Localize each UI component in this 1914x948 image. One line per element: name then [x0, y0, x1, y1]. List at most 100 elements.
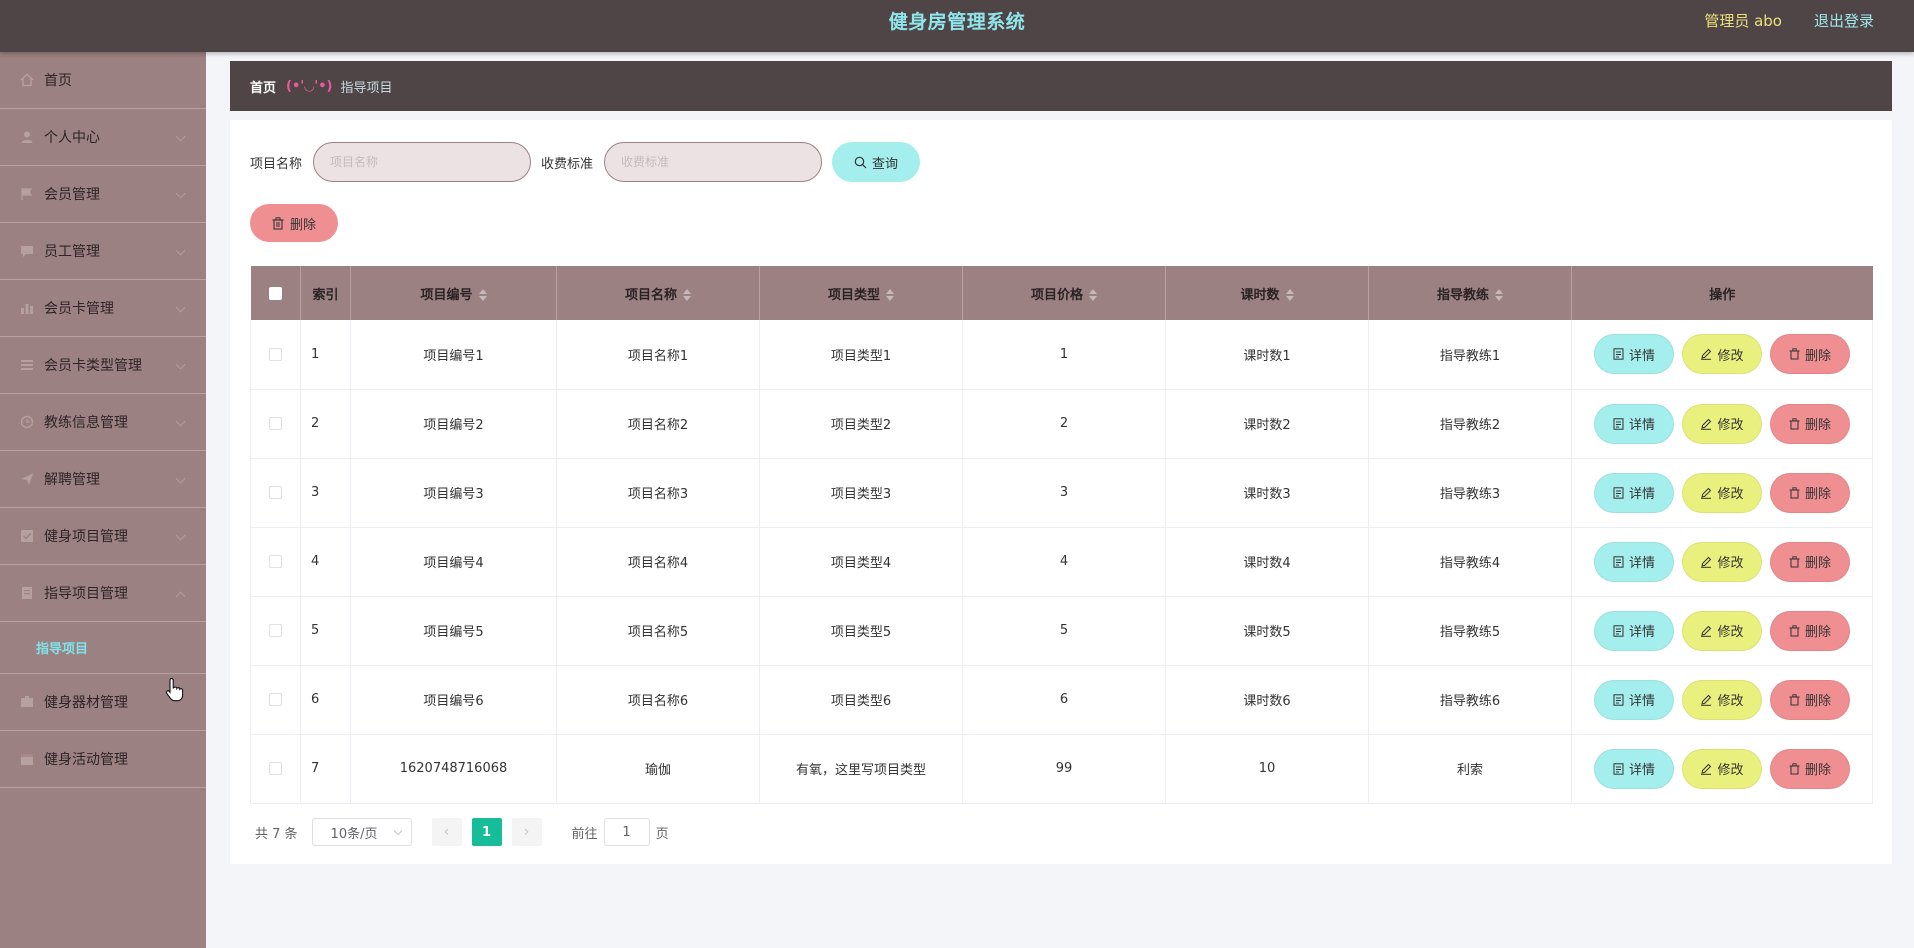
- edit-button[interactable]: 修改: [1682, 472, 1762, 513]
- column-header-actions: 操作: [1571, 266, 1873, 320]
- detail-button[interactable]: 详情: [1594, 334, 1674, 375]
- cell-code: 项目编号1: [350, 320, 557, 390]
- sidebar-item-label: 健身器材管理: [44, 695, 128, 711]
- sidebar-item[interactable]: 解聘管理: [0, 451, 206, 508]
- sort-icon[interactable]: [1089, 289, 1097, 301]
- column-header-code[interactable]: 项目编号: [350, 266, 557, 320]
- sidebar-item-label: 健身活动管理: [44, 752, 128, 768]
- sort-icon[interactable]: [1285, 289, 1294, 301]
- edit-button[interactable]: 修改: [1682, 334, 1762, 375]
- cell-index: 3: [300, 458, 351, 528]
- cell-name: 瑜伽: [556, 734, 760, 804]
- delete-button[interactable]: 删除: [1770, 748, 1850, 789]
- sidebar-item-label: 指导项目管理: [44, 586, 128, 602]
- delete-button[interactable]: 删除: [1770, 334, 1850, 375]
- delete-button[interactable]: 删除: [1770, 403, 1850, 444]
- page-number-current[interactable]: 1: [471, 818, 502, 846]
- document-icon: [1613, 486, 1624, 499]
- sidebar-item[interactable]: 健身项目管理: [0, 508, 206, 565]
- edit-button[interactable]: 修改: [1682, 541, 1762, 582]
- delete-button[interactable]: 删除: [1770, 472, 1850, 513]
- detail-button[interactable]: 详情: [1594, 472, 1674, 513]
- sidebar-item[interactable]: 会员卡管理: [0, 280, 206, 337]
- sort-icon[interactable]: [1495, 289, 1503, 301]
- sort-icon[interactable]: [886, 289, 894, 301]
- next-page-button[interactable]: ›: [511, 818, 542, 846]
- sidebar-item[interactable]: 会员管理: [0, 166, 206, 223]
- detail-button[interactable]: 详情: [1594, 610, 1674, 651]
- breadcrumb-home[interactable]: 首页: [250, 77, 276, 96]
- project-name-label: 项目名称: [250, 156, 303, 172]
- prev-page-button[interactable]: ‹: [431, 818, 462, 846]
- row-checkbox[interactable]: [269, 555, 282, 568]
- edit-button[interactable]: 修改: [1682, 403, 1762, 444]
- clock-icon: [20, 415, 34, 429]
- edit-button[interactable]: 修改: [1682, 748, 1762, 789]
- table-header-row: 索引 项目编号 项目名称 项目类型 项目价格 课时数 指导教练 操作: [250, 266, 1873, 320]
- logout-link[interactable]: 退出登录: [1814, 0, 1874, 42]
- column-header-hours[interactable]: 课时数: [1165, 266, 1369, 320]
- cell-coach: 指导教练1: [1368, 320, 1572, 390]
- cell-index: 4: [300, 527, 351, 597]
- cell-type: 项目类型3: [759, 458, 963, 528]
- sidebar-item[interactable]: 会员卡类型管理: [0, 337, 206, 394]
- column-header-name[interactable]: 项目名称: [556, 266, 760, 320]
- sidebar-item-label: 会员管理: [44, 187, 100, 203]
- delete-button[interactable]: 删除: [1770, 610, 1850, 651]
- select-all-checkbox[interactable]: [268, 286, 282, 300]
- column-header-price[interactable]: 项目价格: [962, 266, 1166, 320]
- row-actions: 详情 修改 删除: [1571, 734, 1873, 804]
- cell-code: 1620748716068: [350, 734, 557, 804]
- goto-page-input[interactable]: [603, 818, 650, 846]
- home-icon: [20, 73, 34, 87]
- row-checkbox[interactable]: [269, 693, 282, 706]
- sidebar-item[interactable]: 首页: [0, 52, 206, 109]
- sidebar-item[interactable]: 健身活动管理: [0, 731, 206, 788]
- sidebar-item[interactable]: 教练信息管理: [0, 394, 206, 451]
- row-checkbox[interactable]: [269, 762, 282, 775]
- sidebar-item[interactable]: 个人中心: [0, 109, 206, 166]
- pencil-icon: [1701, 487, 1712, 499]
- sidebar-item[interactable]: 指导项目管理: [0, 565, 206, 622]
- cell-code: 项目编号5: [350, 596, 557, 666]
- page-size-select[interactable]: 10条/页: [311, 818, 412, 846]
- cell-coach: 指导教练5: [1368, 596, 1572, 666]
- delete-button[interactable]: 删除: [1770, 679, 1850, 720]
- row-select-cell: [250, 320, 301, 390]
- detail-button[interactable]: 详情: [1594, 748, 1674, 789]
- edit-button[interactable]: 修改: [1682, 679, 1762, 720]
- pencil-icon: [1701, 694, 1712, 706]
- column-header-coach[interactable]: 指导教练: [1368, 266, 1572, 320]
- delete-button[interactable]: 删除: [1770, 541, 1850, 582]
- detail-button[interactable]: 详情: [1594, 679, 1674, 720]
- hand-cursor-icon: [165, 678, 184, 702]
- detail-button[interactable]: 详情: [1594, 403, 1674, 444]
- sort-icon[interactable]: [478, 289, 487, 301]
- detail-button[interactable]: 详情: [1594, 541, 1674, 582]
- query-button[interactable]: 查询: [832, 142, 921, 182]
- cell-name: 项目名称3: [556, 458, 760, 528]
- cell-hours: 课时数5: [1165, 596, 1369, 666]
- project-name-input[interactable]: [313, 142, 532, 182]
- fee-standard-input[interactable]: [604, 142, 823, 182]
- fee-standard-label: 收费标准: [541, 156, 594, 172]
- bulk-delete-button[interactable]: 删除: [250, 204, 338, 242]
- column-header-type[interactable]: 项目类型: [759, 266, 963, 320]
- document-icon: [1613, 417, 1624, 430]
- select-all-cell: [250, 266, 301, 320]
- breadcrumb-current: 指导项目: [340, 80, 393, 96]
- row-checkbox[interactable]: [269, 624, 282, 637]
- sidebar-item[interactable]: 员工管理: [0, 223, 206, 280]
- sidebar-subitem-guidance-project[interactable]: 指导项目: [0, 622, 206, 674]
- row-checkbox[interactable]: [269, 347, 282, 361]
- cell-name: 项目名称4: [556, 527, 760, 597]
- row-select-cell: [250, 527, 301, 597]
- edit-button[interactable]: 修改: [1682, 610, 1762, 651]
- list-icon: [20, 359, 34, 371]
- sort-icon[interactable]: [683, 289, 691, 301]
- row-checkbox[interactable]: [269, 417, 282, 430]
- top-bar: 健身房管理系统 管理员 abo 退出登录: [0, 0, 1914, 52]
- search-icon: [854, 156, 867, 168]
- chevron-down-icon: [175, 473, 186, 484]
- row-checkbox[interactable]: [269, 486, 282, 499]
